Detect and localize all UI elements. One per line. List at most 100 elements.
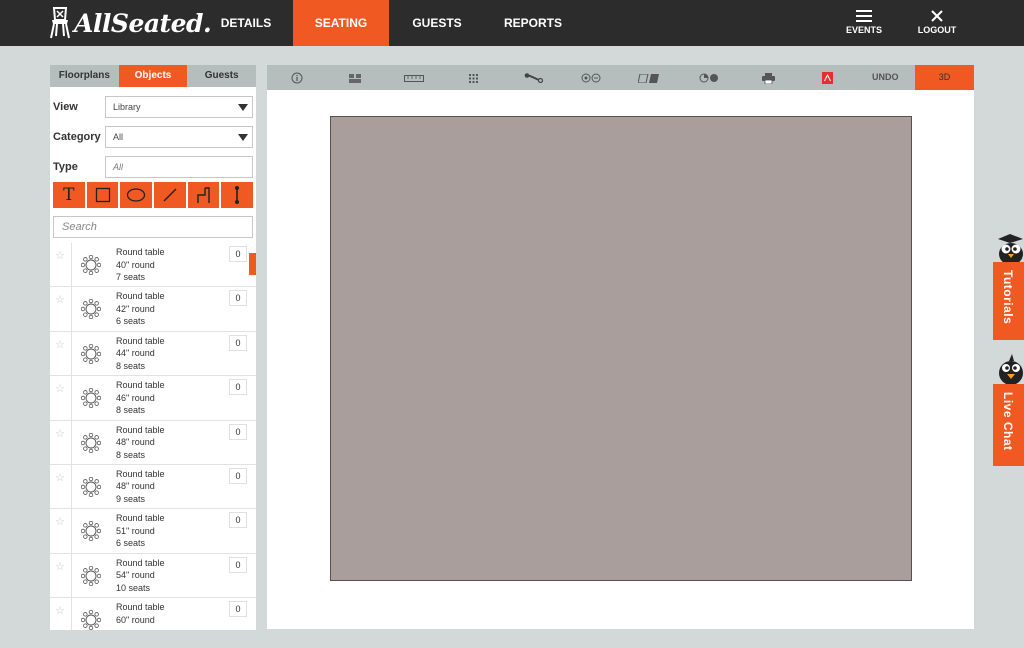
quantity-input[interactable]: 0 [229,246,247,262]
list-item[interactable]: ☆ Round table 51" round 6 seats 0 [50,509,256,554]
text-tool-button[interactable]: T [53,182,85,208]
row-divider [71,287,72,331]
zoom-icon [581,73,601,83]
layout-icon [349,73,361,83]
favorite-star-icon[interactable]: ☆ [55,515,65,528]
list-item[interactable]: ☆ Round table 46" round 8 seats 0 [50,376,256,421]
grid-button[interactable] [467,71,479,85]
row-divider [71,598,72,630]
logout-label: LOGOUT [917,25,957,35]
measure-icon [235,186,240,204]
line-tool-button[interactable] [154,182,186,208]
favorite-star-icon[interactable]: ☆ [55,293,65,306]
quantity-input[interactable]: 0 [229,290,247,307]
undo-button[interactable]: UNDO [872,65,899,90]
view-row: View Library [53,96,253,118]
view-3d-button[interactable]: 3D [915,65,974,90]
nav-reports[interactable]: REPORTS [493,0,573,46]
list-item[interactable]: ☆ Round table 44" round 8 seats 0 [50,331,256,377]
favorite-star-icon[interactable]: ☆ [55,604,65,617]
nav-seating[interactable]: SEATING [293,0,389,46]
measure-tool-button[interactable] [221,182,254,208]
round-table-icon[interactable] [81,388,101,409]
allseated-logo[interactable]: AllSeated. [48,4,212,42]
item-size: 48" round [116,437,155,448]
live-chat-tab[interactable]: Live Chat [993,384,1024,466]
line-icon [163,188,177,202]
favorite-star-icon[interactable]: ☆ [55,249,65,262]
ellipse-icon [127,188,146,202]
zoom-button[interactable] [581,71,601,85]
item-size: 46" round [116,392,155,403]
quantity-input[interactable]: 0 [229,512,247,529]
round-table-icon[interactable] [81,521,101,542]
events-button[interactable]: EVENTS [838,0,890,46]
quantity-input[interactable]: 0 [229,467,247,484]
round-table-icon[interactable] [81,432,101,453]
type-value: All [113,162,124,172]
category-select[interactable]: All [105,126,253,148]
wall-tool-button[interactable] [187,182,220,208]
tab-objects[interactable]: Objects [118,65,188,87]
info-button[interactable] [290,71,304,85]
chair-logo-icon [50,7,70,39]
round-table-icon[interactable] [81,255,101,275]
menu-icon [856,10,872,22]
tab-guests[interactable]: Guests [187,65,256,87]
quantity-input[interactable]: 0 [229,423,247,440]
brand-name: AllSeated. [74,8,212,38]
nav-guests[interactable]: GUESTS [397,0,477,46]
quantity-input[interactable]: 0 [229,379,247,396]
floorplan-canvas[interactable] [330,116,912,581]
tutorials-tab[interactable]: Tutorials [993,262,1024,340]
round-table-icon[interactable] [81,299,101,320]
round-table-icon[interactable] [81,565,101,586]
pdf-button[interactable] [821,71,833,85]
layout-button[interactable] [348,71,362,85]
favorite-star-icon[interactable]: ☆ [55,338,65,351]
color-button[interactable] [699,71,719,85]
item-size: 42" round [116,303,155,314]
quantity-input[interactable]: 0 [229,556,247,573]
item-description: Round table 54" round 10 seats [116,557,165,595]
favorite-star-icon[interactable]: ☆ [55,560,65,573]
list-scroll-marker[interactable] [249,253,256,275]
search-input[interactable]: Search [53,216,253,238]
rectangle-tool-button[interactable] [86,182,119,208]
list-item[interactable]: ☆ Round table 48" round 8 seats 0 [50,420,256,465]
list-item[interactable]: ☆ Round table 40" round 7 seats 0 [50,243,256,288]
list-item[interactable]: ☆ Round table 60" round 0 [50,598,256,630]
view-select[interactable]: Library [105,96,253,118]
favorite-star-icon[interactable]: ☆ [55,427,65,440]
ellipse-tool-button[interactable] [120,182,153,208]
tutorials-penguin-icon [998,234,1023,264]
table-numbers-button[interactable] [638,71,660,85]
logout-button[interactable]: LOGOUT [912,0,962,46]
list-item[interactable]: ☆ Round table 42" round 6 seats 0 [50,287,256,332]
object-list: ☆ Round table 40" round 7 seats 0 ☆ Round tabl… [50,243,256,630]
settings-button[interactable] [524,71,544,85]
quantity-input[interactable]: 0 [229,601,247,618]
list-item[interactable]: ☆ Round table 54" round 10 seats 0 [50,553,256,599]
favorite-star-icon[interactable]: ☆ [55,471,65,484]
round-table-icon[interactable] [81,610,101,630]
round-table-icon[interactable] [81,343,101,364]
pdf-icon [821,72,833,84]
item-size: 60" round [116,614,155,625]
print-button[interactable] [761,71,775,85]
type-input[interactable]: All [105,156,253,178]
objects-panel: Floorplans Objects Guests View Library C… [50,65,256,630]
quantity-input[interactable]: 0 [229,334,247,351]
tab-floorplans[interactable]: Floorplans [50,65,119,87]
type-label: Type [53,161,78,173]
item-name: Round table [116,380,165,391]
round-table-icon[interactable] [81,476,101,497]
nav-details[interactable]: DETAILS [207,0,285,46]
item-seats: 10 seats [116,582,151,593]
list-item[interactable]: ☆ Round table 48" round 9 seats 0 [50,464,256,510]
panel-tabs: Floorplans Objects Guests [50,65,256,87]
caret-down-icon [238,104,248,111]
top-nav: AllSeated. DETAILS SEATING GUESTS REPORT… [0,0,1024,46]
favorite-star-icon[interactable]: ☆ [55,382,65,395]
ruler-button[interactable] [404,71,424,85]
